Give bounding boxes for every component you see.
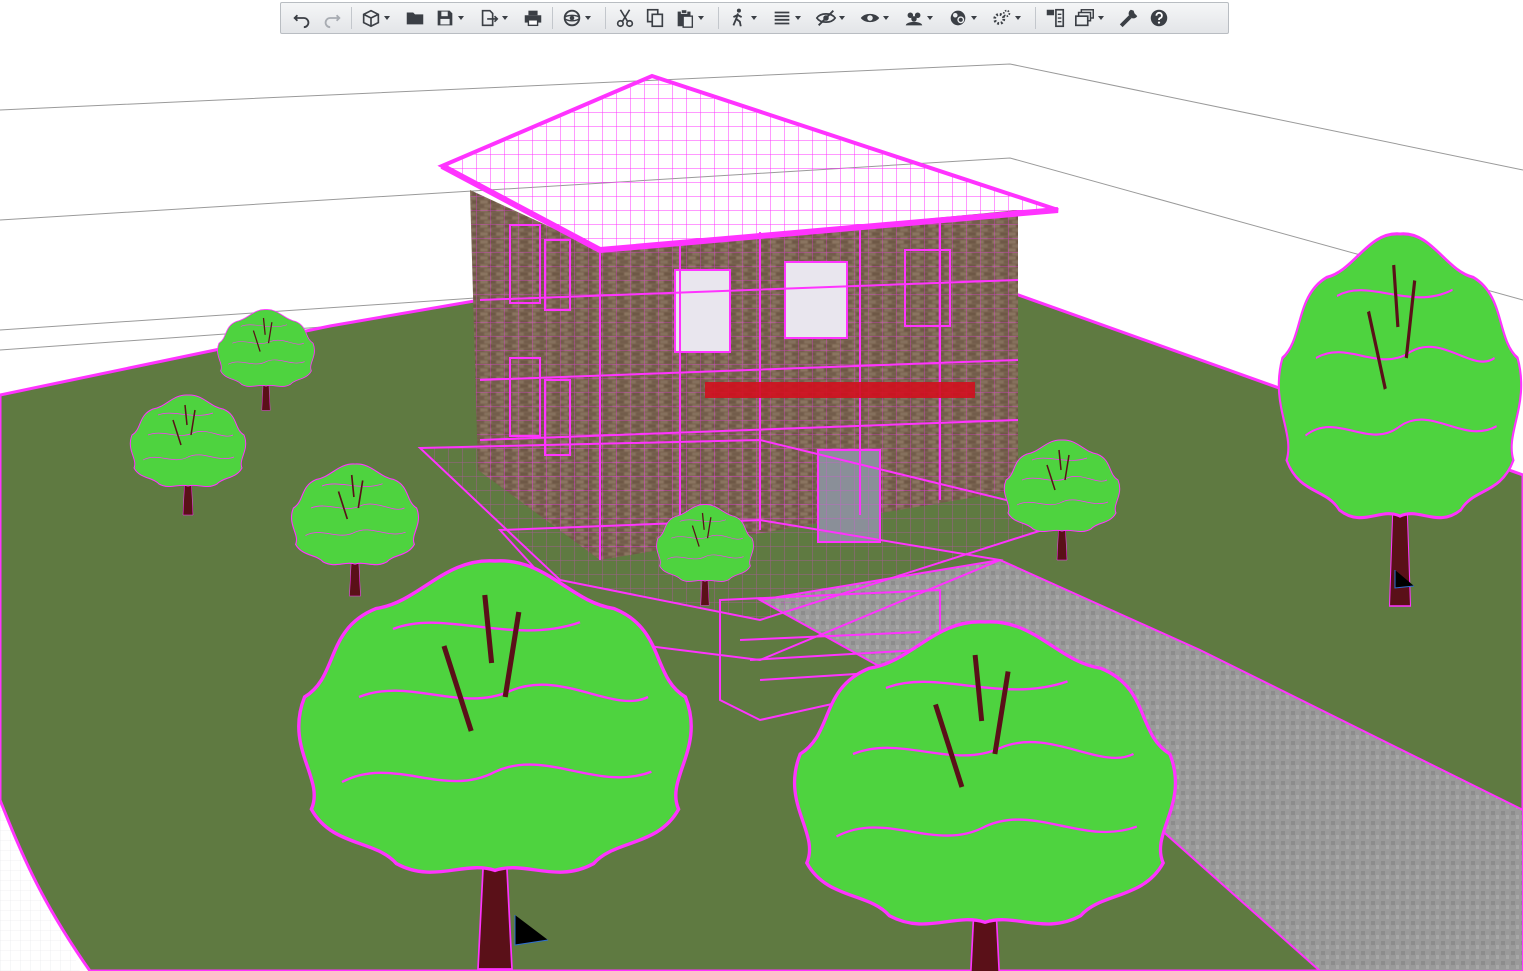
chevron-down-icon [751, 16, 757, 20]
windows-icon [1046, 8, 1065, 28]
group-icon [905, 12, 923, 26]
isolate-button[interactable] [900, 5, 942, 31]
main-toolbar [280, 2, 1229, 34]
render-icon [950, 10, 966, 26]
show-button[interactable] [856, 5, 898, 31]
walk-icon [732, 8, 743, 27]
chevron-down-icon [971, 16, 977, 20]
3d-viewport[interactable] [0, 0, 1523, 971]
gears-icon [993, 9, 1011, 25]
chevron-down-icon [795, 16, 801, 20]
orbit-button[interactable] [558, 5, 600, 31]
new-3d-view-button[interactable] [357, 5, 399, 31]
toolbar-separator [718, 7, 719, 29]
stack-windows-button[interactable] [1071, 5, 1113, 31]
cube-icon [362, 9, 380, 28]
toolbar-separator [1035, 7, 1036, 29]
toolbar-separator [605, 7, 606, 29]
eye-off-icon [815, 10, 837, 26]
wrench-icon [1119, 9, 1138, 28]
list-icon [774, 11, 790, 25]
save-icon [437, 10, 453, 26]
toolbar-separator [552, 7, 553, 29]
chevron-down-icon [502, 16, 508, 20]
copy-button[interactable] [641, 5, 669, 31]
redo-button[interactable] [318, 5, 346, 31]
export-icon [481, 9, 499, 27]
copy-icon [646, 8, 664, 28]
cut-button[interactable] [611, 5, 639, 31]
chevron-down-icon [927, 16, 933, 20]
redo-icon [324, 14, 341, 29]
eye-icon [860, 13, 880, 23]
help-icon [1150, 9, 1168, 27]
render-button[interactable] [944, 5, 986, 31]
folder-icon [406, 12, 424, 25]
stack-icon [1075, 9, 1094, 27]
chevron-down-icon [384, 16, 390, 20]
settings-button[interactable] [988, 5, 1030, 31]
toolbar-separator [351, 7, 352, 29]
scissors-icon [616, 9, 634, 28]
chevron-down-icon [883, 16, 889, 20]
chevron-down-icon [839, 16, 845, 20]
help-button[interactable] [1145, 5, 1173, 31]
undo-button[interactable] [288, 5, 316, 31]
print-icon [524, 10, 542, 27]
chevron-down-icon [1098, 16, 1104, 20]
chevron-down-icon [698, 16, 704, 20]
tools-button[interactable] [1115, 5, 1143, 31]
save-button[interactable] [431, 5, 473, 31]
undo-icon [293, 14, 310, 29]
chevron-down-icon [1015, 16, 1021, 20]
paste-icon [677, 9, 694, 28]
hide-button[interactable] [812, 5, 854, 31]
layers-button[interactable] [768, 5, 810, 31]
chevron-down-icon [458, 16, 464, 20]
export-button[interactable] [475, 5, 517, 31]
paste-button[interactable] [671, 5, 713, 31]
print-button[interactable] [519, 5, 547, 31]
chevron-down-icon [585, 16, 591, 20]
open-button[interactable] [401, 5, 429, 31]
tile-windows-button[interactable] [1041, 5, 1069, 31]
walk-button[interactable] [724, 5, 766, 31]
orbit-icon [563, 9, 581, 27]
